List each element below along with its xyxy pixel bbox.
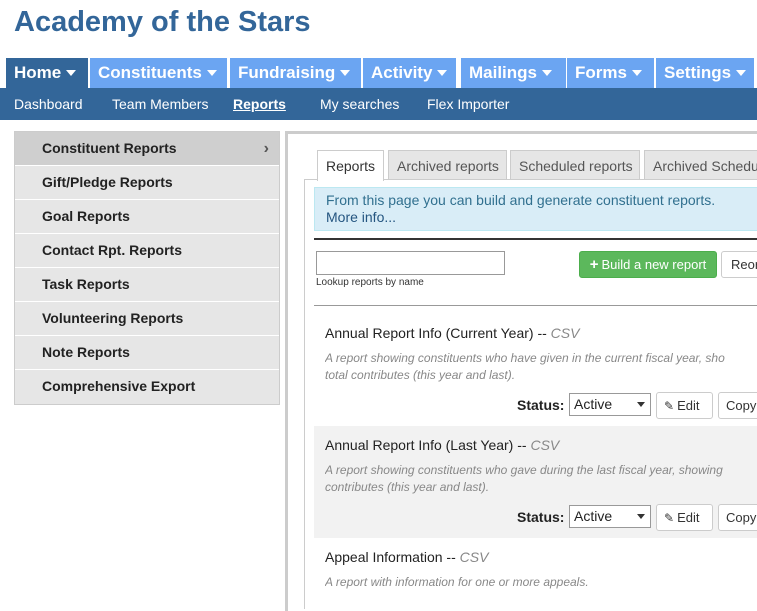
report-title[interactable]: Annual Report Info (Current Year) -- CSV bbox=[325, 325, 579, 341]
report-item: Annual Report Info (Current Year) -- CSV… bbox=[314, 314, 757, 424]
report-description-line: total contributes (this year and last). bbox=[325, 368, 516, 382]
sidebar-item-goal-reports[interactable]: Goal Reports bbox=[15, 200, 279, 234]
copy-button[interactable]: Copy bbox=[718, 504, 757, 531]
nav-tab-label: Activity bbox=[371, 63, 433, 82]
edit-label: Edit bbox=[677, 398, 700, 413]
sidebar-item-label: Task Reports bbox=[42, 276, 130, 292]
nav-tab-mailings[interactable]: Mailings bbox=[461, 58, 566, 88]
nav-tab-settings[interactable]: Settings bbox=[656, 58, 754, 88]
info-alert: From this page you can build and generat… bbox=[314, 187, 757, 231]
report-item: Appeal Information -- CSV A report with … bbox=[314, 540, 757, 599]
subnav-dashboard[interactable]: Dashboard bbox=[14, 88, 83, 120]
lookup-label: Lookup reports by name bbox=[316, 277, 424, 288]
sidebar-item-label: Constituent Reports bbox=[42, 140, 177, 156]
pencil-icon: ✎ bbox=[664, 399, 675, 413]
caret-down-icon bbox=[340, 69, 351, 76]
sidebar-item-label: Comprehensive Export bbox=[42, 378, 196, 394]
report-format: CSV bbox=[530, 437, 560, 453]
report-title-text: Appeal Information -- bbox=[325, 549, 456, 565]
report-title[interactable]: Annual Report Info (Last Year) -- CSV bbox=[325, 437, 559, 453]
caret-down-icon bbox=[736, 69, 747, 76]
sidebar-item-note-reports[interactable]: Note Reports bbox=[15, 336, 279, 370]
nav-tab-label: Settings bbox=[664, 63, 732, 82]
sidebar-item-task-reports[interactable]: Task Reports bbox=[15, 268, 279, 302]
report-description-line: A report showing constituents who have g… bbox=[325, 351, 725, 365]
report-description: A report showing constituents who have g… bbox=[325, 350, 757, 384]
sidebar-item-comprehensive-export[interactable]: Comprehensive Export bbox=[15, 370, 279, 404]
sub-navigation: Dashboard Team Members Reports My search… bbox=[0, 88, 757, 120]
dropdown-arrow-icon bbox=[637, 402, 645, 407]
status-label: Status: bbox=[517, 509, 565, 525]
tab-archived-scheduled[interactable]: Archived Schedu bbox=[644, 150, 757, 179]
report-description-line: contributes (this year and last). bbox=[325, 480, 490, 494]
reorder-button[interactable]: Reor bbox=[721, 251, 757, 278]
status-value: Active bbox=[574, 396, 613, 412]
report-title[interactable]: Appeal Information -- CSV bbox=[325, 549, 488, 565]
caret-down-icon bbox=[66, 69, 77, 76]
nav-tab-fundraising[interactable]: Fundraising bbox=[230, 58, 361, 88]
report-description-line: A report with information for one or mor… bbox=[325, 575, 589, 589]
top-navigation: Home Constituents Fundraising Activity M… bbox=[6, 58, 757, 88]
nav-tab-forms[interactable]: Forms bbox=[567, 58, 654, 88]
divider bbox=[314, 238, 757, 240]
sidebar-item-contact-rpt-reports[interactable]: Contact Rpt. Reports bbox=[15, 234, 279, 268]
tab-reports[interactable]: Reports bbox=[317, 150, 384, 181]
sidebar-item-label: Contact Rpt. Reports bbox=[42, 242, 182, 258]
report-format: CSV bbox=[459, 549, 489, 565]
sidebar-item-gift-pledge-reports[interactable]: Gift/Pledge Reports bbox=[15, 166, 279, 200]
plus-icon: + bbox=[589, 256, 599, 273]
edit-button[interactable]: ✎ Edit bbox=[656, 392, 713, 419]
report-item: Annual Report Info (Last Year) -- CSV A … bbox=[314, 426, 757, 538]
more-info-link[interactable]: More info... bbox=[326, 209, 752, 226]
sidebar-item-label: Volunteering Reports bbox=[42, 310, 184, 326]
edit-label: Edit bbox=[677, 510, 700, 525]
status-select[interactable]: Active bbox=[569, 505, 651, 528]
tab-scheduled-reports[interactable]: Scheduled reports bbox=[510, 150, 640, 179]
sidebar-item-label: Note Reports bbox=[42, 344, 130, 360]
nav-tab-label: Constituents bbox=[98, 63, 202, 82]
caret-down-icon bbox=[631, 69, 642, 76]
report-format: CSV bbox=[550, 325, 580, 341]
pencil-icon: ✎ bbox=[664, 511, 675, 525]
info-text: From this page you can build and generat… bbox=[326, 192, 716, 208]
report-tabs: Reports Archived reports Scheduled repor… bbox=[317, 150, 757, 181]
copy-button[interactable]: Copy bbox=[718, 392, 757, 419]
nav-tab-activity[interactable]: Activity bbox=[363, 58, 456, 88]
sidebar-item-volunteering-reports[interactable]: Volunteering Reports bbox=[15, 302, 279, 336]
edit-button[interactable]: ✎ Edit bbox=[656, 504, 713, 531]
subnav-reports[interactable]: Reports bbox=[233, 88, 286, 120]
app-title: Academy of the Stars bbox=[14, 6, 311, 38]
chevron-right-icon: › bbox=[263, 140, 269, 157]
subnav-my-searches[interactable]: My searches bbox=[320, 88, 399, 120]
sidebar-item-constituent-reports[interactable]: Constituent Reports › bbox=[15, 132, 279, 166]
status-select[interactable]: Active bbox=[569, 393, 651, 416]
tab-archived-reports[interactable]: Archived reports bbox=[388, 150, 507, 179]
report-description-line: A report showing constituents who gave d… bbox=[325, 463, 723, 477]
status-value: Active bbox=[574, 508, 613, 524]
report-description: A report showing constituents who gave d… bbox=[325, 462, 757, 496]
divider bbox=[314, 305, 757, 306]
nav-tab-label: Forms bbox=[575, 63, 627, 82]
caret-down-icon bbox=[437, 69, 448, 76]
sidebar-item-label: Gift/Pledge Reports bbox=[42, 174, 173, 190]
nav-tab-label: Home bbox=[14, 63, 62, 82]
lookup-reports-input[interactable] bbox=[316, 251, 505, 275]
caret-down-icon bbox=[542, 69, 553, 76]
report-title-text: Annual Report Info (Current Year) -- bbox=[325, 325, 547, 341]
status-label: Status: bbox=[517, 397, 565, 413]
nav-tab-constituents[interactable]: Constituents bbox=[90, 58, 227, 88]
caret-down-icon bbox=[206, 69, 217, 76]
report-description: A report with information for one or mor… bbox=[325, 574, 757, 591]
build-new-report-button[interactable]: + Build a new report bbox=[579, 251, 717, 278]
nav-tab-label: Mailings bbox=[469, 63, 538, 82]
dropdown-arrow-icon bbox=[637, 514, 645, 519]
nav-tab-home[interactable]: Home bbox=[6, 58, 88, 88]
subnav-flex-importer[interactable]: Flex Importer bbox=[427, 88, 509, 120]
report-category-sidebar: Constituent Reports › Gift/Pledge Reports… bbox=[14, 131, 280, 405]
build-button-label: Build a new report bbox=[601, 257, 707, 272]
subnav-team-members[interactable]: Team Members bbox=[112, 88, 208, 120]
sidebar-item-label: Goal Reports bbox=[42, 208, 130, 224]
report-title-text: Annual Report Info (Last Year) -- bbox=[325, 437, 527, 453]
nav-tab-label: Fundraising bbox=[238, 63, 336, 82]
